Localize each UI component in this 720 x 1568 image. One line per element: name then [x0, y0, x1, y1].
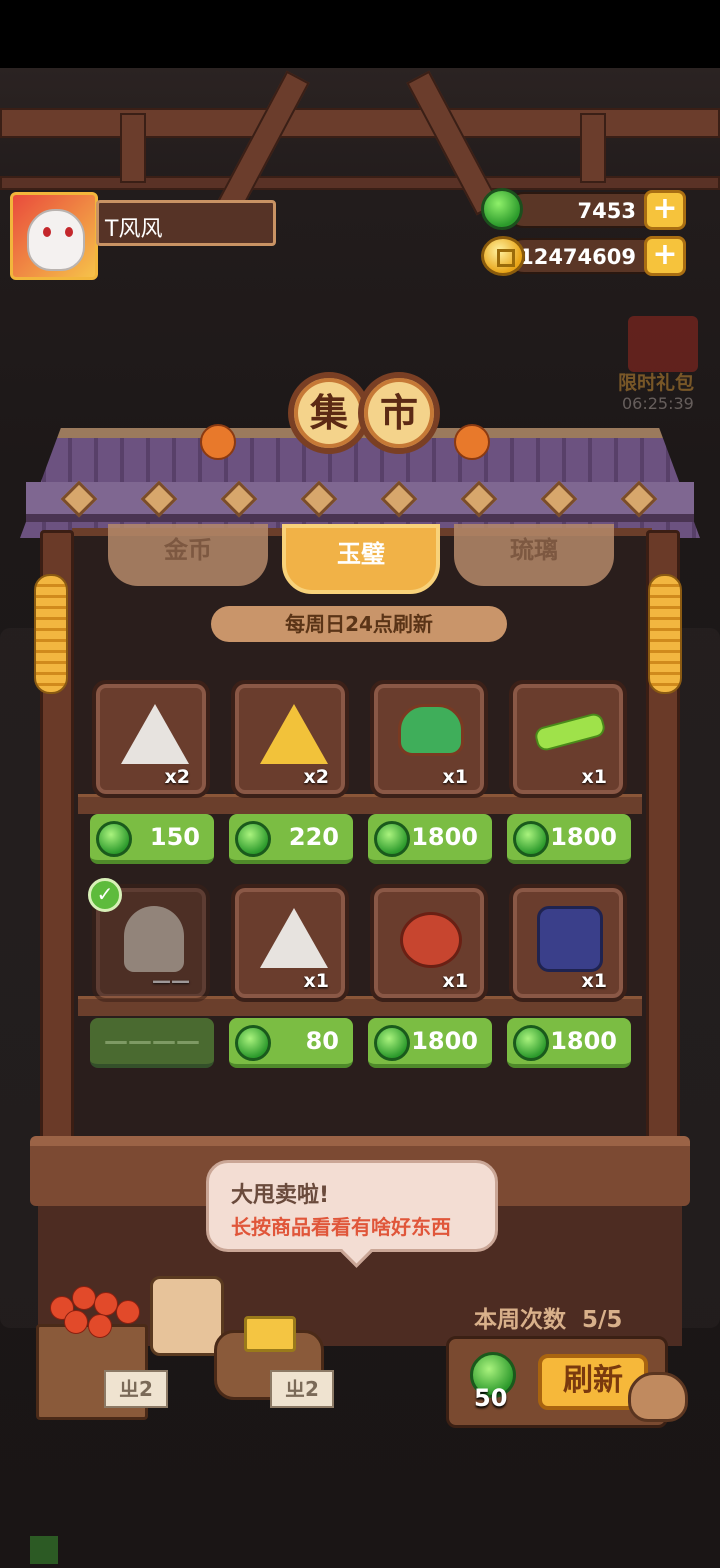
roof-brace [406, 70, 500, 216]
shop-item-jade-cauldron[interactable]: x1 [370, 680, 488, 798]
weekly-label: 本周次数 [474, 1307, 566, 1333]
tomato [88, 1314, 112, 1338]
gift-box-icon [628, 316, 698, 372]
item-count: x1 [303, 970, 329, 992]
price-value: 150 [149, 823, 200, 851]
price-value: 1800 [411, 1027, 478, 1055]
item-count: x1 [442, 970, 468, 992]
avatar-eye [43, 227, 51, 237]
jade-icon [235, 1025, 271, 1061]
price-button[interactable]: 80 [229, 1018, 353, 1068]
merchant-speech-bubble: 大甩卖啦! 长按商品看看有啥好东西 [206, 1160, 498, 1252]
market-sign-right: 市 [358, 372, 440, 454]
jade-icon [374, 821, 410, 857]
flower-vase-icon [400, 912, 462, 968]
avatar-face [27, 209, 85, 271]
merchant-character [150, 1276, 224, 1356]
shop-item-white-talisman[interactable]: x2 [92, 680, 210, 798]
price-tag-left: ㄓ2 [104, 1370, 168, 1408]
item-count: —— [152, 970, 190, 992]
price-button[interactable]: 220 [229, 814, 353, 864]
price-value: 1800 [550, 823, 617, 851]
player-name: T风风 [96, 200, 276, 246]
price-value: 1800 [411, 823, 478, 851]
scroll-icon [533, 711, 607, 753]
talisman-icon [121, 704, 189, 770]
shop-item-gold-talisman[interactable]: x2 [231, 680, 349, 798]
item-count: x2 [164, 766, 190, 788]
gift-label: 限时礼包 [618, 372, 695, 394]
tab-jade[interactable]: 玉璧 [282, 524, 440, 594]
talisman-icon [260, 908, 328, 974]
jade-icon [513, 821, 549, 857]
shop-item-white-talisman-2[interactable]: x1 [231, 884, 349, 1002]
price-value: 1800 [550, 1027, 617, 1055]
roof-beam-lower [0, 176, 720, 190]
price-button[interactable]: 1800 [507, 1018, 631, 1068]
roof-post [120, 113, 146, 183]
limited-gift-pack[interactable]: 限时礼包 06:25:39 [610, 296, 720, 426]
shop-item-blue-cake[interactable]: x1 [509, 884, 627, 1002]
price-button[interactable]: 1800 [368, 814, 492, 864]
price-button[interactable]: 1800 [368, 1018, 492, 1068]
hanging-corn-right [648, 574, 682, 694]
jade-icon [235, 821, 271, 857]
price-button[interactable]: 1800 [507, 814, 631, 864]
weekly-value: 5/5 [582, 1307, 623, 1333]
speech-subtitle: 长按商品看看有啥好东西 [231, 1215, 451, 1239]
speech-title: 大甩卖啦! [231, 1183, 330, 1208]
tomato [64, 1310, 88, 1334]
weekly-refresh-count: 本周次数 5/5 [474, 1300, 622, 1334]
gift-timer: 06:25:39 [622, 394, 694, 413]
price-value: 220 [288, 823, 339, 851]
gold-talisman-icon [260, 704, 328, 770]
jade-icon [513, 1025, 549, 1061]
cauldron-icon [398, 704, 464, 756]
blue-cake-icon [537, 906, 603, 972]
add-jade-button[interactable]: + [644, 190, 686, 230]
tomato [116, 1300, 140, 1324]
item-count: x2 [303, 766, 329, 788]
sold-out-price: ———— [90, 1018, 214, 1068]
refresh-cost: 50 [474, 1384, 508, 1412]
price-value: 80 [305, 1027, 339, 1055]
add-coins-button[interactable]: + [644, 236, 686, 276]
weekly-refresh-note: 每周日24点刷新 [211, 606, 507, 642]
cat-mascot [628, 1372, 688, 1422]
price-tag-right: ㄓ2 [270, 1370, 334, 1408]
jade-icon [374, 1025, 410, 1061]
tab-gold-coin[interactable]: 金币 [108, 524, 268, 586]
roof-post [580, 113, 606, 183]
roof-brace [216, 70, 310, 216]
jade-currency-icon [481, 188, 523, 230]
stall-roof-edge [26, 482, 694, 522]
roof-beam [0, 108, 720, 138]
coin-currency-icon [481, 236, 525, 276]
avatar-eye [65, 227, 73, 237]
price-value: ———— [104, 1027, 200, 1055]
shop-item-flower-bird-vase[interactable]: x1 [370, 884, 488, 1002]
purchased-check-icon: ✓ [88, 878, 122, 912]
tab-glaze[interactable]: 琉璃 [454, 524, 614, 586]
shop-item-jade-scroll[interactable]: x1 [509, 680, 627, 798]
tomato [72, 1286, 96, 1310]
status-bar [0, 0, 720, 68]
hanging-corn-left [34, 574, 68, 694]
tofu-block [244, 1316, 296, 1352]
persimmon-ornament [454, 424, 490, 460]
player-avatar[interactable] [10, 192, 98, 280]
jade-icon [96, 821, 132, 857]
price-button[interactable]: 150 [90, 814, 214, 864]
item-count: x1 [581, 970, 607, 992]
character-icon [124, 906, 184, 972]
persimmon-ornament [200, 424, 236, 460]
corner-indicator [30, 1536, 58, 1564]
item-count: x1 [442, 766, 468, 788]
item-count: x1 [581, 766, 607, 788]
tomato [94, 1292, 118, 1316]
